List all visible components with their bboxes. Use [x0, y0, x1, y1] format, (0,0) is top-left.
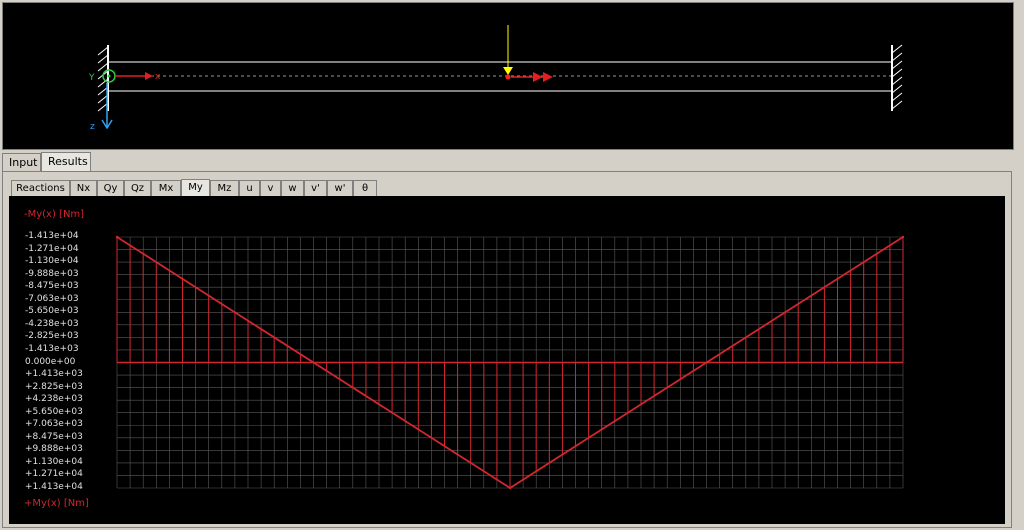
- tab-u[interactable]: u: [239, 180, 260, 196]
- tab-qy[interactable]: Qy: [97, 180, 124, 196]
- right-fixed-support-icon: [891, 44, 903, 111]
- moment-data-point: [115, 235, 119, 239]
- tab-v-prime[interactable]: v': [304, 180, 327, 196]
- tab-nx[interactable]: Nx: [70, 180, 97, 196]
- moment-data-point: [901, 235, 905, 239]
- y-axis-label: Y: [88, 73, 95, 83]
- z-axis-arrow-icon: [101, 83, 113, 130]
- tab-mz[interactable]: Mz: [210, 180, 239, 196]
- beam-model-view[interactable]: Y x z: [2, 2, 1014, 150]
- tab-input[interactable]: Input: [2, 153, 41, 171]
- moment-data-point: [508, 486, 512, 490]
- z-axis-label: z: [90, 122, 95, 132]
- tab-reactions[interactable]: Reactions: [11, 180, 70, 196]
- tab-results[interactable]: Results: [41, 152, 91, 171]
- x-axis-label: x: [155, 72, 161, 82]
- tab-qz[interactable]: Qz: [124, 180, 151, 196]
- beam-drawing: Y x z: [88, 25, 903, 132]
- moment-diagram-plot: -My(x) [Nm] +My(x) [Nm] -1.413e+04 -1.271…: [9, 196, 1005, 524]
- tab-v[interactable]: v: [260, 180, 281, 196]
- tab-w-prime[interactable]: w': [327, 180, 353, 196]
- tab-my[interactable]: My: [181, 179, 210, 196]
- tab-w[interactable]: w: [281, 180, 304, 196]
- tab-theta[interactable]: θ: [353, 180, 377, 196]
- point-load-icon: [503, 25, 513, 80]
- moment-chart: [115, 235, 905, 490]
- x-axis-arrow-icon: [115, 72, 153, 80]
- tab-mx[interactable]: Mx: [151, 180, 181, 196]
- results-panel: Reactions Nx Qy Qz Mx My Mz u v w v' w' …: [2, 171, 1012, 528]
- axial-load-arrow-icon: [511, 72, 553, 82]
